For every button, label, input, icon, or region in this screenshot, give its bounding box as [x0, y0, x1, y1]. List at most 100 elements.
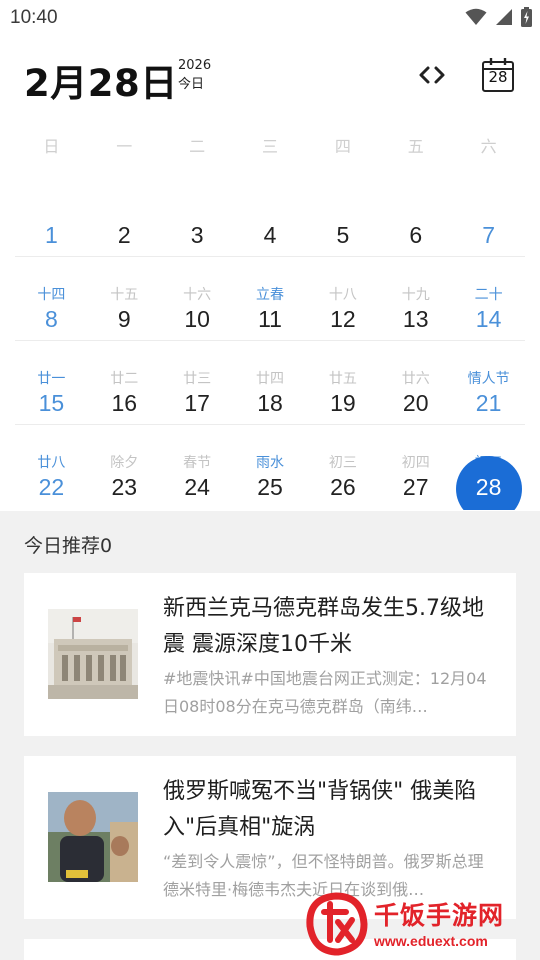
- lunar-label: 廿五: [328, 371, 357, 387]
- lunar-label: 廿六: [401, 371, 430, 387]
- calendar-day-cell[interactable]: 廿一 15: [15, 366, 88, 450]
- weekday-header: 日 一 二 三 四 五 六: [15, 133, 525, 157]
- day-number: 10: [184, 306, 210, 332]
- lunar-label: 情人节: [467, 371, 510, 387]
- day-number: 26: [330, 474, 356, 500]
- month-nav-button[interactable]: [414, 60, 450, 90]
- cellular-signal-icon: [496, 9, 512, 25]
- weekday-label: 一: [116, 137, 133, 156]
- weekday-label: 五: [407, 137, 424, 156]
- lunar-label: 十九: [401, 287, 430, 303]
- row-divider: [15, 424, 525, 425]
- lunar-label: 初三: [328, 455, 357, 471]
- calendar-day-cell[interactable]: 廿六 20: [379, 366, 452, 450]
- go-today-button[interactable]: 28: [480, 56, 516, 94]
- calendar-day-cell[interactable]: 情人节 21: [452, 366, 525, 450]
- day-number: 25: [257, 474, 283, 500]
- calendar-day-cell[interactable]: 除夕 23: [88, 450, 161, 510]
- day-number: 14: [475, 306, 502, 332]
- calendar-week-row: 廿八 22 除夕 23 春节 24 雨水 25 初三 26 初四 27 初五28: [15, 450, 525, 510]
- weekday-label: 四: [334, 137, 351, 156]
- calendar-day-cell[interactable]: 廿五 19: [306, 366, 379, 450]
- news-headline: 新西兰克马德克群岛发生5.7级地震 震源深度10千米: [163, 596, 484, 657]
- news-card[interactable]: 新西兰克马德克群岛发生5.7级地震 震源深度10千米 #地震快讯#中国地震台网正…: [24, 573, 516, 736]
- calendar-day-cell[interactable]: 廿八 22: [15, 450, 88, 510]
- day-number: 17: [184, 390, 210, 416]
- code-arrows-icon: [419, 66, 445, 84]
- day-number: 13: [402, 306, 429, 332]
- lunar-label: 廿八: [37, 455, 66, 471]
- day-number: 11: [258, 306, 282, 332]
- calendar-day-cell[interactable]: 十九 13: [379, 282, 452, 366]
- weekday-label: 三: [262, 137, 279, 156]
- day-number: 20: [402, 390, 429, 416]
- day-number: 5: [336, 222, 350, 248]
- status-time: 10:40: [10, 7, 58, 28]
- calendar-day-cell[interactable]: 7: [452, 198, 525, 282]
- calendar-day-cell[interactable]: 4: [234, 198, 307, 282]
- calendar-day-cell[interactable]: 立春 11: [234, 282, 307, 366]
- day-number: 22: [38, 474, 65, 500]
- calendar-day-cell[interactable]: 2: [88, 198, 161, 282]
- lunar-label: 立春: [256, 287, 284, 303]
- battery-charging-icon: [521, 7, 532, 27]
- day-number: 1: [45, 222, 58, 248]
- weekday-label: 二: [189, 137, 206, 156]
- calendar-day-cell[interactable]: 春节 24: [161, 450, 234, 510]
- day-number: 18: [257, 390, 283, 416]
- calendar-day-cell[interactable]: 1: [15, 198, 88, 282]
- day-number: 23: [111, 474, 138, 500]
- calendar-day-cell[interactable]: 廿二 16: [88, 366, 161, 450]
- news-headline: 俄罗斯喊冤不当"背锅侠" 俄美陷入"后真相"旋涡: [163, 779, 477, 840]
- building-photo: [48, 609, 138, 699]
- calendar-day-cell[interactable]: 二十 14: [452, 282, 525, 366]
- calendar-day-cell[interactable]: 廿三 17: [161, 366, 234, 450]
- watermark-name: 千饭手游网: [374, 901, 505, 930]
- day-number: 15: [38, 390, 65, 416]
- calendar-day-cell[interactable]: 5: [306, 198, 379, 282]
- lunar-label: 春节: [183, 455, 212, 471]
- row-divider: [15, 256, 525, 257]
- day-number: 27: [402, 474, 429, 500]
- calendar-day-cell[interactable]: 初三 26: [306, 450, 379, 510]
- day-number: 6: [409, 222, 423, 248]
- site-watermark: 千饭手游网 www.eduext.com: [300, 880, 540, 960]
- calendar-day-cell[interactable]: 廿四 18: [234, 366, 307, 450]
- day-number: 3: [190, 222, 204, 248]
- calendar-week-row: 1 2 3 4 5 6 7: [15, 198, 525, 282]
- status-bar: 10:40: [0, 0, 540, 36]
- watermark-logo: [306, 892, 368, 956]
- day-number: 2: [117, 222, 131, 248]
- weekday-label: 日: [43, 137, 60, 156]
- lunar-label: 二十: [474, 287, 503, 303]
- day-number: 8: [45, 306, 58, 332]
- calendar-day-cell[interactable]: 初四 27: [379, 450, 452, 510]
- lunar-label: 廿二: [110, 371, 139, 387]
- day-number: 19: [330, 390, 356, 416]
- calendar-day-cell[interactable]: 雨水 25: [234, 450, 307, 510]
- news-thumbnail: [48, 792, 138, 882]
- calendar-day-cell[interactable]: 3: [161, 198, 234, 282]
- wifi-icon: [465, 8, 487, 25]
- lunar-label: 十六: [183, 287, 212, 303]
- day-number: 24: [184, 474, 210, 500]
- calendar-day-cell[interactable]: 十五 9: [88, 282, 161, 366]
- lunar-label: 十八: [328, 287, 357, 303]
- row-divider: [15, 340, 525, 341]
- current-date: 2月28日: [24, 62, 178, 105]
- current-year: 2026: [178, 58, 212, 73]
- calendar-day-cell[interactable]: 6: [379, 198, 452, 282]
- calendar-day-cell[interactable]: 十四 8: [15, 282, 88, 366]
- news-thumbnail: [48, 609, 138, 699]
- calendar-day-cell[interactable]: 十八 12: [306, 282, 379, 366]
- calendar-day-cell-selected[interactable]: 初五28: [452, 450, 525, 510]
- lunar-label: 廿四: [256, 371, 284, 387]
- watermark-url: www.eduext.com: [374, 933, 488, 949]
- calendar-week-row: 廿一 15 廿二 16 廿三 17 廿四 18 廿五 19 廿六 20 情人节 21: [15, 366, 525, 450]
- calendar-grid: 1 2 3 4 5 6 7 十四 8 十五 9 十六 10 立春 11 十八 12 十九 1…: [15, 170, 525, 510]
- lunar-label: 初四: [401, 455, 430, 471]
- calendar-day-cell[interactable]: 十六 10: [161, 282, 234, 366]
- calendar-week-row: 十四 8 十五 9 十六 10 立春 11 十八 12 十九 13 二十 14: [15, 282, 525, 366]
- day-number: 4: [263, 222, 277, 248]
- lunar-label: 雨水: [256, 455, 284, 471]
